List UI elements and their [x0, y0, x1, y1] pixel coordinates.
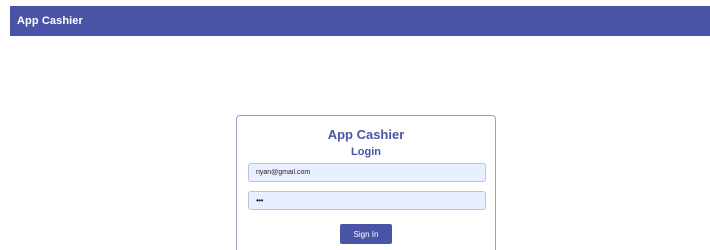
login-card-title: App Cashier: [327, 127, 405, 142]
email-field[interactable]: [248, 163, 486, 182]
app-header: App Cashier: [10, 6, 710, 36]
password-field[interactable]: [248, 191, 486, 210]
sign-in-button[interactable]: Sign In: [340, 224, 392, 244]
page: App Cashier App Cashier Login Sign In: [0, 0, 710, 250]
login-heading: Login: [351, 146, 381, 158]
app-title: App Cashier: [17, 15, 83, 27]
